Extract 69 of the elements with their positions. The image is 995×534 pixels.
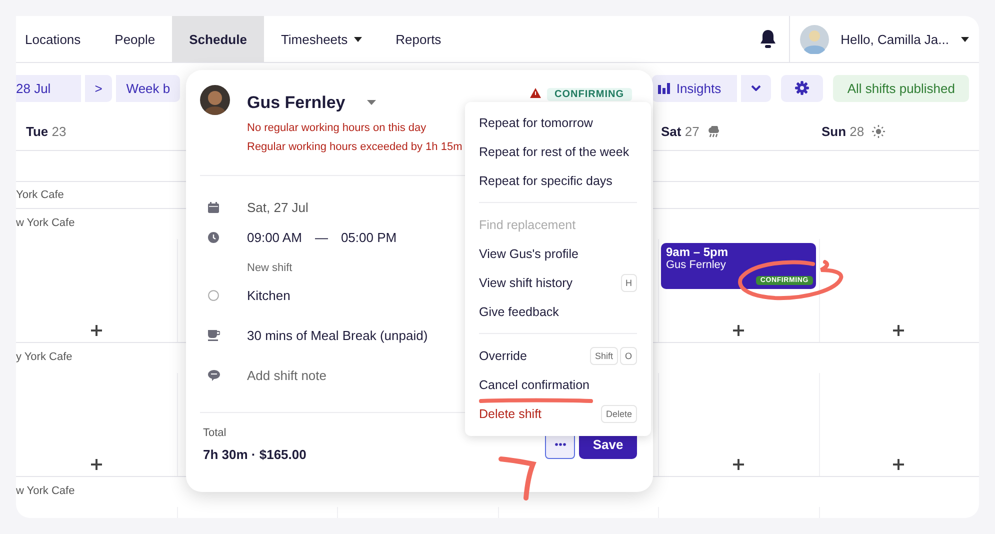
avatar	[200, 85, 230, 115]
shortcut-key: O	[620, 346, 637, 364]
menu-item[interactable]: Delete shift	[479, 406, 601, 420]
day-header: Tue 23	[26, 124, 66, 139]
shift-time: 9am – 5pm	[666, 245, 730, 259]
location-label: York Cafe	[16, 189, 64, 201]
caret-icon[interactable]	[961, 36, 969, 42]
shift-date: Sat, 27 Jul	[247, 200, 308, 215]
insights-button[interactable]: Insights	[652, 74, 738, 102]
break-label[interactable]: 30 mins of Meal Break (unpaid)	[247, 328, 428, 343]
shortcut-key: Shift	[590, 346, 618, 364]
shortcut-key: H	[620, 274, 637, 292]
user-greeting[interactable]: Hello, Camilla Ja...	[840, 32, 949, 46]
more-icon	[554, 443, 566, 446]
day-header: Sun 28	[822, 124, 864, 139]
menu-item[interactable]: Give feedback	[479, 304, 637, 318]
settings-button[interactable]	[781, 74, 824, 102]
date-range-button[interactable]: 28 Jul	[16, 74, 81, 102]
menu-item[interactable]: View Gus's profile	[479, 246, 637, 260]
clock-icon	[208, 232, 219, 243]
end-time[interactable]: 05:00 PM	[340, 230, 397, 245]
menu-item[interactable]: Repeat for rest of the week	[479, 144, 637, 158]
nav-tab[interactable]: Timesheets	[264, 16, 379, 62]
menu-item[interactable]: Repeat for specific days	[479, 174, 637, 188]
menu-item[interactable]: Cancel confirmation	[479, 378, 637, 392]
shortcut-key: Delete	[600, 404, 637, 422]
warning-icon	[530, 88, 541, 98]
shift-type-label: New shift	[247, 262, 294, 274]
shift-employee: Gus Fernley	[666, 259, 727, 271]
start-time[interactable]: 09:00 AM	[247, 230, 302, 245]
nav-tab[interactable]: Reports	[378, 16, 458, 62]
nav-tab[interactable]: Schedule	[172, 16, 264, 62]
total-label: Total	[203, 427, 228, 439]
chat-icon	[208, 370, 220, 381]
add-icon[interactable]	[893, 325, 904, 336]
chevron-down-icon	[751, 85, 762, 91]
circle-icon	[208, 290, 219, 301]
published-status-button[interactable]: All shifts published	[833, 74, 969, 102]
settings-icon	[795, 81, 810, 95]
total-value: 7h 30m · $165.00	[203, 447, 308, 462]
warning-text: No regular working hours on this day	[247, 122, 428, 134]
add-icon[interactable]	[90, 325, 102, 336]
calendar-icon	[208, 202, 219, 213]
menu-item[interactable]: View shift history	[479, 276, 620, 290]
time-separator: —	[314, 230, 328, 245]
nav-tab[interactable]: Locations	[16, 16, 98, 62]
bar-chart-icon	[658, 82, 670, 94]
add-icon[interactable]	[732, 459, 744, 470]
employee-name[interactable]: Gus Fernley	[247, 92, 346, 112]
view-button[interactable]: Week b	[116, 74, 180, 102]
next-week-button[interactable]: >	[84, 74, 112, 102]
add-icon[interactable]	[893, 459, 904, 470]
menu-item[interactable]: Override	[479, 348, 590, 362]
location-label: w York Cafe	[16, 485, 75, 497]
location-label: w York Cafe	[16, 217, 75, 229]
add-icon[interactable]	[732, 325, 744, 336]
location-label: y York Cafe	[16, 351, 72, 363]
day-header: Sat 27	[661, 124, 700, 139]
area-label[interactable]: Kitchen	[247, 288, 290, 303]
add-icon[interactable]	[90, 459, 102, 470]
cloud-rain-icon	[707, 126, 720, 138]
bell-icon[interactable]	[758, 29, 777, 49]
sun-icon	[872, 125, 886, 138]
coffee-cup-icon	[208, 330, 220, 341]
menu-item[interactable]: Repeat for tomorrow	[479, 116, 637, 130]
warning-text: Regular working hours exceeded by 1h 15m	[247, 141, 462, 153]
nav-tab[interactable]: People	[98, 16, 172, 62]
dropdown-button[interactable]	[741, 74, 772, 102]
status-badge: CONFIRMING	[546, 88, 632, 101]
